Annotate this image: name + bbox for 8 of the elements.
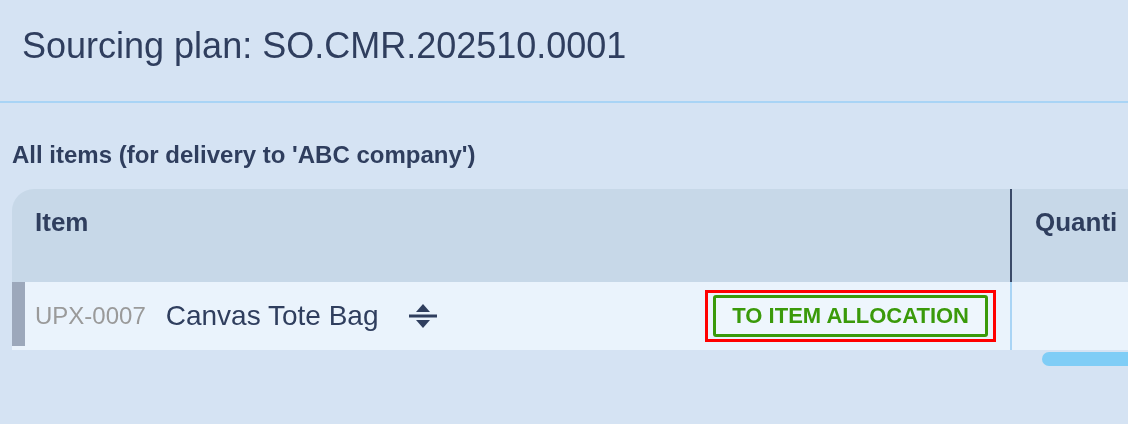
section-title: All items (for delivery to 'ABC company') <box>12 141 477 169</box>
column-header: Quanti <box>1012 189 1128 282</box>
column-header: Item <box>12 189 1012 282</box>
item-name: Canvas Tote Bag <box>165 300 379 332</box>
allocation-button[interactable]: TO ITEM ALLOCATION <box>713 295 988 337</box>
item-code: UPX-0007 <box>35 302 146 330</box>
page-title: Sourcing plan: SO.CMR.202510.0001 <box>22 24 627 67</box>
row-marker <box>12 282 25 346</box>
